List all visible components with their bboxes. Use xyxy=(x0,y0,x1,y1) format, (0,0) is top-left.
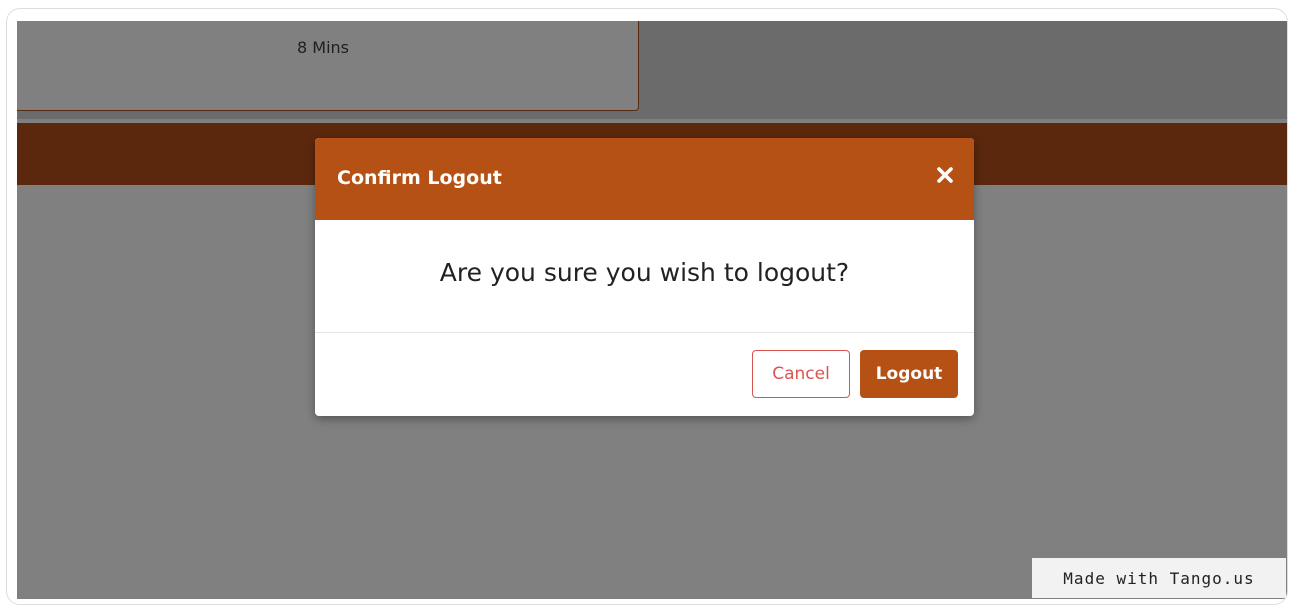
tango-watermark: Made with Tango.us xyxy=(1032,558,1286,598)
top-area: 8 Mins xyxy=(17,21,1287,119)
duration-text: 8 Mins xyxy=(297,38,349,57)
dialog-header: Confirm Logout xyxy=(315,138,974,220)
cancel-button[interactable]: Cancel xyxy=(752,350,850,398)
close-icon[interactable] xyxy=(934,164,956,186)
dialog-footer: Cancel Logout xyxy=(315,333,974,416)
dialog-title: Confirm Logout xyxy=(337,167,502,189)
dialog-message: Are you sure you wish to logout? xyxy=(439,258,850,287)
close-icon-glyph xyxy=(937,167,953,183)
duration-card: 8 Mins xyxy=(17,21,639,111)
dialog-body: Are you sure you wish to logout? xyxy=(315,220,974,333)
logout-button[interactable]: Logout xyxy=(860,350,958,398)
confirm-logout-dialog: Confirm Logout Are you sure you wish to … xyxy=(315,138,974,416)
